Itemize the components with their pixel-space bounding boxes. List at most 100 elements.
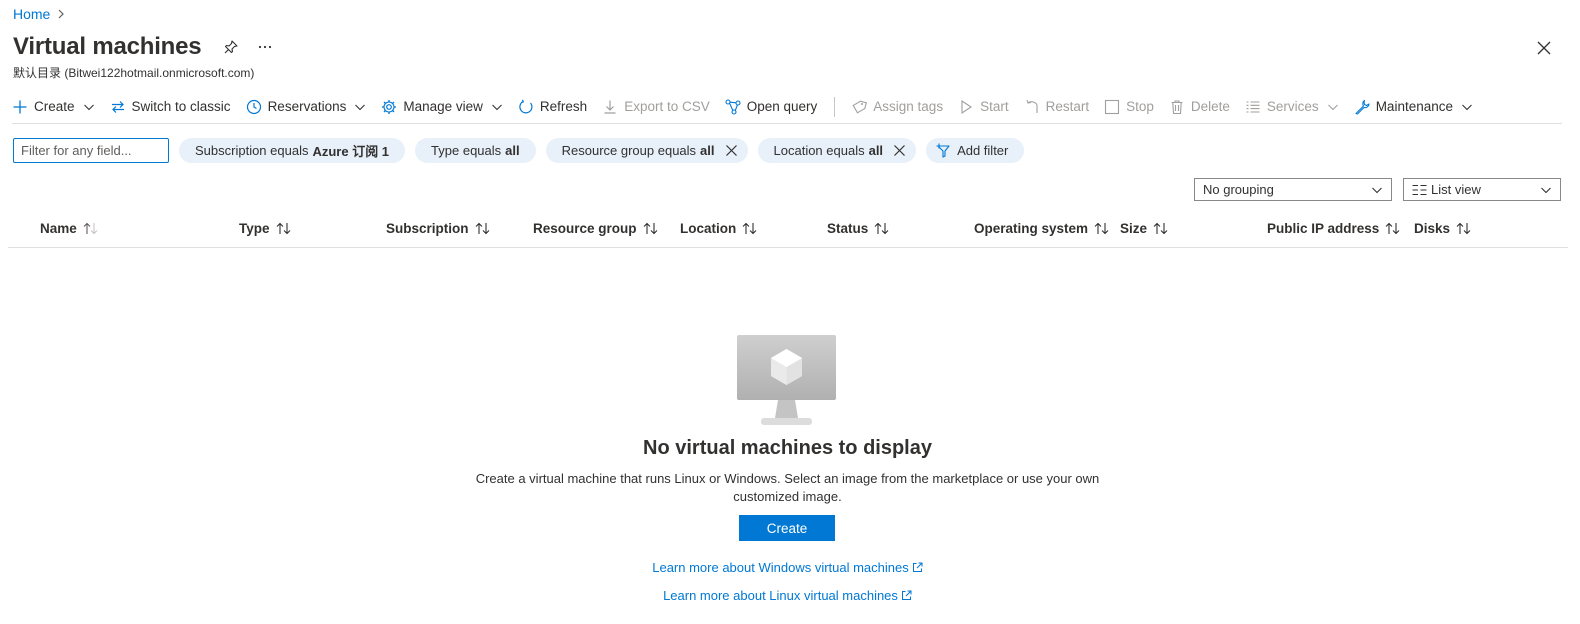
sort-arrows-icon <box>1385 222 1400 235</box>
close-icon[interactable] <box>1536 40 1552 56</box>
chevron-down-icon <box>83 104 94 110</box>
remove-filter-icon[interactable] <box>893 144 906 157</box>
filter-pill-subscription[interactable]: Subscription equals Azure 订阅 1 <box>179 138 406 163</box>
filter-pill-value: all <box>700 143 715 158</box>
directory-subtitle: 默认目录 (Bitwei122hotmail.onmicrosoft.com) <box>13 66 255 80</box>
virtual-machine-monitor-icon <box>737 335 836 425</box>
filter-pill-label: Subscription equals <box>195 143 309 158</box>
create-button[interactable]: Create <box>12 99 95 115</box>
manage-view-label: Manage view <box>403 99 483 114</box>
query-graph-icon <box>725 98 741 115</box>
command-bar: Create Switch to classic Reservations Ma… <box>12 90 1562 124</box>
switch-to-classic-button[interactable]: Switch to classic <box>110 99 231 115</box>
pin-icon[interactable] <box>223 39 239 55</box>
column-header-operating-system[interactable]: Operating system <box>974 221 1110 236</box>
stop-button[interactable]: Stop <box>1104 99 1154 115</box>
toolbar-divider <box>834 96 836 117</box>
maintenance-label: Maintenance <box>1375 99 1453 114</box>
chevron-down-icon <box>1462 104 1472 110</box>
chevron-down-icon <box>1327 104 1338 110</box>
page-title: Virtual machines <box>13 33 202 60</box>
column-header-status[interactable]: Status <box>827 221 890 236</box>
learn-linux-link[interactable]: Learn more about Linux virtual machines <box>0 588 1575 603</box>
start-button[interactable]: Start <box>958 99 1009 115</box>
table-header: Name Type Subscription Resource group Lo… <box>8 212 1568 248</box>
column-label: Type <box>239 221 270 236</box>
manage-view-button[interactable]: Manage view <box>381 99 503 115</box>
assign-tags-button[interactable]: Assign tags <box>851 99 943 115</box>
switch-classic-label: Switch to classic <box>131 99 231 114</box>
refresh-button[interactable]: Refresh <box>518 99 587 115</box>
clock-icon <box>246 99 261 114</box>
column-label: Operating system <box>974 221 1089 236</box>
chevron-down-icon <box>1541 187 1551 194</box>
reservations-button[interactable]: Reservations <box>246 99 367 115</box>
column-label: Location <box>680 221 737 236</box>
start-label: Start <box>980 99 1009 114</box>
column-header-resource-group[interactable]: Resource group <box>533 221 659 236</box>
switch-arrows-icon <box>111 100 124 113</box>
grouping-dropdown[interactable]: No grouping <box>1194 178 1392 201</box>
chevron-right-icon <box>58 9 65 19</box>
sort-arrows-icon <box>475 222 489 235</box>
column-label: Size <box>1120 221 1148 236</box>
play-icon <box>961 99 973 114</box>
export-csv-button[interactable]: Export to CSV <box>602 99 710 115</box>
open-query-button[interactable]: Open query <box>725 98 818 115</box>
sort-arrows-icon <box>1094 222 1109 235</box>
services-label: Services <box>1266 99 1319 114</box>
breadcrumb-home-link[interactable]: Home <box>13 6 50 22</box>
sort-arrows-icon <box>1456 222 1471 235</box>
filter-input[interactable] <box>13 138 169 163</box>
filter-pill-value: Azure 订阅 1 <box>312 144 390 159</box>
list-view-icon <box>1412 184 1427 195</box>
column-label: Disks <box>1414 221 1451 236</box>
maintenance-button[interactable]: Maintenance <box>1354 99 1473 115</box>
empty-state-title: No virtual machines to display <box>643 437 932 459</box>
filter-pill-value: all <box>868 143 884 158</box>
filter-pill-label: Location equals <box>773 143 865 158</box>
column-label: Name <box>40 221 77 236</box>
column-header-name[interactable]: Name <box>40 221 99 236</box>
column-header-subscription[interactable]: Subscription <box>386 221 491 236</box>
services-button[interactable]: Services <box>1245 99 1339 115</box>
sort-arrows-icon <box>83 222 98 235</box>
wrench-icon <box>1355 99 1370 115</box>
refresh-label: Refresh <box>539 99 588 114</box>
more-options-icon[interactable] <box>257 39 273 55</box>
remove-filter-icon[interactable] <box>725 144 738 157</box>
filter-pill-location[interactable]: Location equals all <box>757 138 917 163</box>
add-filter-button[interactable]: Add filter <box>926 138 1025 163</box>
sort-arrows-icon <box>1153 222 1168 235</box>
column-label: Subscription <box>386 221 469 236</box>
plus-icon <box>13 100 27 113</box>
refresh-icon <box>519 99 533 113</box>
grouping-selected: No grouping <box>1203 182 1274 197</box>
learn-windows-label: Learn more about Windows virtual machine… <box>652 560 909 575</box>
view-dropdown[interactable]: List view <box>1403 178 1561 201</box>
breadcrumb: Home <box>13 6 66 22</box>
column-header-disks[interactable]: Disks <box>1414 221 1472 236</box>
filter-pill-label: Type equals <box>431 143 502 158</box>
column-label: Status <box>827 221 869 236</box>
chevron-down-icon <box>492 104 502 110</box>
delete-button[interactable]: Delete <box>1169 99 1230 115</box>
column-header-public-ip[interactable]: Public IP address <box>1267 221 1401 236</box>
filter-pill-type[interactable]: Type equals all <box>415 138 536 163</box>
filter-bar: Subscription equalsAzure 订阅 1 Type equal… <box>13 138 1025 163</box>
delete-label: Delete <box>1190 99 1230 114</box>
trash-icon <box>1171 99 1183 114</box>
list-bullets-icon <box>1246 100 1260 113</box>
column-header-size[interactable]: Size <box>1120 221 1169 236</box>
assign-tags-label: Assign tags <box>873 99 944 114</box>
filter-pill-resource-group[interactable]: Resource group equals all <box>545 138 748 163</box>
restart-button[interactable]: Restart <box>1024 99 1089 115</box>
stop-square-icon <box>1105 99 1120 114</box>
tag-icon <box>852 100 868 114</box>
column-header-type[interactable]: Type <box>239 221 292 236</box>
empty-state-create-button[interactable]: Create <box>739 515 835 541</box>
filter-pill-value: all <box>505 143 520 158</box>
column-header-location[interactable]: Location <box>680 221 758 236</box>
open-query-label: Open query <box>746 99 818 114</box>
learn-windows-link[interactable]: Learn more about Windows virtual machine… <box>0 560 1575 575</box>
